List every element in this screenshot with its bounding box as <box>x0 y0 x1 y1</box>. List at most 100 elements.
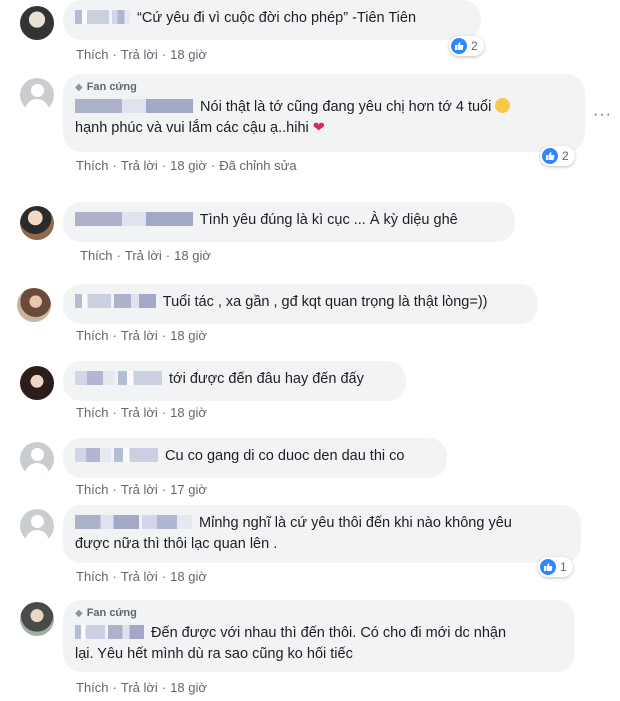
separator: · <box>112 158 117 173</box>
reply-button[interactable]: Trả lời <box>121 328 158 343</box>
separator: · <box>161 482 167 497</box>
comment-text: tới được đến đâu hay đến đấy <box>169 371 364 387</box>
avatar[interactable] <box>20 206 54 240</box>
redacted-name <box>142 515 192 529</box>
reply-button[interactable]: Trả lời <box>121 47 158 62</box>
comment-actions: Thích · Trả lời · 18 giờ <box>76 569 207 584</box>
comment-text: Mỉnhg nghĩ là cứ yêu thôi đến khi nào kh… <box>199 515 512 531</box>
separator: · <box>112 680 117 695</box>
comment-text-line2: được nữa thì thôi lạc quan lên . <box>75 536 278 552</box>
diamond-icon: ◆ <box>75 608 83 619</box>
comment-bubble: Tình yêu đúng là kì cục ... À kỳ diệu gh… <box>63 202 515 242</box>
comment-bubble: ◆ Fan cứng Nói thật là tớ cũng đang yêu c… <box>63 74 585 152</box>
fan-badge: ◆ Fan cứng <box>75 607 137 619</box>
comment-actions: Thích · Trả lời · 18 giờ <box>76 680 207 695</box>
separator: · <box>161 569 167 584</box>
separator: · <box>112 482 117 497</box>
reply-button[interactable]: Trả lời <box>121 405 158 420</box>
redacted-name <box>75 625 105 639</box>
like-button[interactable]: Thích <box>76 680 109 695</box>
separator: · <box>165 248 171 263</box>
reply-button[interactable]: Trả lời <box>121 482 158 497</box>
comment-bubble: Tuổi tác , xa gần , gđ kqt quan trọng là… <box>63 284 538 324</box>
reply-button[interactable]: Trả lời <box>121 569 158 584</box>
like-reaction-icon <box>542 148 558 164</box>
like-button[interactable]: Thích <box>76 405 109 420</box>
redacted-name <box>108 625 144 639</box>
separator: · <box>112 328 117 343</box>
timestamp[interactable]: 18 giờ <box>170 405 207 420</box>
avatar[interactable] <box>20 78 54 112</box>
like-button[interactable]: Thích <box>76 482 109 497</box>
separator: · <box>116 248 121 263</box>
reaction-number: 2 <box>471 39 478 53</box>
diamond-icon: ◆ <box>75 82 83 93</box>
comment-text-line2: hạnh phúc và vui lắm các cậu ạ..hihi <box>75 120 309 136</box>
comment-actions: Thích · Trả lời · 18 giờ <box>76 328 207 343</box>
reply-button[interactable]: Trả lời <box>125 248 162 263</box>
reply-button[interactable]: Trả lời <box>121 680 158 695</box>
separator: · <box>112 47 117 62</box>
reaction-count[interactable]: 1 <box>538 557 573 577</box>
timestamp[interactable]: 18 giờ <box>170 158 207 173</box>
timestamp[interactable]: 18 giờ <box>170 569 207 584</box>
like-button[interactable]: Thích <box>80 248 113 263</box>
avatar[interactable] <box>20 509 54 543</box>
smile-emoji-icon <box>495 98 511 113</box>
avatar[interactable] <box>20 602 54 636</box>
separator: · <box>161 47 167 62</box>
like-button[interactable]: Thích <box>76 158 109 173</box>
separator: · <box>112 405 117 420</box>
like-button[interactable]: Thích <box>76 47 109 62</box>
reaction-count[interactable]: 2 <box>449 36 484 56</box>
comment-bubble: Mỉnhg nghĩ là cứ yêu thôi đến khi nào kh… <box>63 505 581 563</box>
avatar[interactable] <box>20 442 54 476</box>
redacted-name <box>118 371 162 385</box>
comment-text: “Cứ yêu đi vì cuộc đời cho phép” -Tiên T… <box>137 10 417 26</box>
redacted-name <box>75 448 111 462</box>
comment-text: Đến được với nhau thì đến thôi. Có cho đ… <box>151 625 507 641</box>
separator: · <box>161 680 167 695</box>
comment-actions: Thích · Trả lời · 18 giờ <box>76 47 207 62</box>
reaction-number: 1 <box>560 560 567 574</box>
reaction-number: 2 <box>562 149 569 163</box>
more-options-icon[interactable]: ··· <box>593 106 612 124</box>
comment-actions: Thích · Trả lời · 18 giờ <box>80 248 211 263</box>
comment-text: Cu co gang di co duoc den dau thi co <box>165 448 405 464</box>
reaction-count[interactable]: 2 <box>540 146 575 166</box>
avatar[interactable] <box>17 288 51 322</box>
redacted-name <box>75 371 115 385</box>
comment-text: Tuổi tác , xa gần , gđ kqt quan trọng là… <box>162 294 488 310</box>
like-button[interactable]: Thích <box>76 328 109 343</box>
redacted-name <box>75 10 109 24</box>
reply-button[interactable]: Trả lời <box>121 158 158 173</box>
edited-label[interactable]: Đã chỉnh sửa <box>219 158 296 173</box>
redacted-name <box>75 294 111 308</box>
separator: · <box>161 328 167 343</box>
comment-bubble: “Cứ yêu đi vì cuộc đời cho phép” -Tiên T… <box>63 0 481 40</box>
redacted-name <box>75 515 139 529</box>
comment-text: Nói thật là tớ cũng đang yêu chị hơn tớ … <box>200 99 492 115</box>
redacted-name <box>114 448 158 462</box>
comment-text-line2: lại. Yêu hết mình dù ra sao cũng ko hối … <box>75 646 353 662</box>
timestamp[interactable]: 18 giờ <box>170 47 207 62</box>
separator: · <box>161 405 167 420</box>
comment-bubble: tới được đến đâu hay đến đấy <box>63 361 406 401</box>
redacted-name <box>112 10 130 24</box>
redacted-name <box>114 294 156 308</box>
avatar[interactable] <box>20 6 54 40</box>
comment-bubble: ◆ Fan cứng Đến được với nhau thì đến thôi… <box>63 600 575 672</box>
separator: · <box>210 158 216 173</box>
like-button[interactable]: Thích <box>76 569 109 584</box>
redacted-name <box>75 99 193 113</box>
separator: · <box>161 158 167 173</box>
timestamp[interactable]: 18 giờ <box>170 328 207 343</box>
like-reaction-icon <box>540 559 556 575</box>
avatar[interactable] <box>20 366 54 400</box>
separator: · <box>112 569 117 584</box>
redacted-name <box>75 212 193 226</box>
timestamp[interactable]: 18 giờ <box>170 680 207 695</box>
timestamp[interactable]: 18 giờ <box>174 248 211 263</box>
comment-actions: Thích · Trả lời · 18 giờ <box>76 405 207 420</box>
timestamp[interactable]: 17 giờ <box>170 482 207 497</box>
